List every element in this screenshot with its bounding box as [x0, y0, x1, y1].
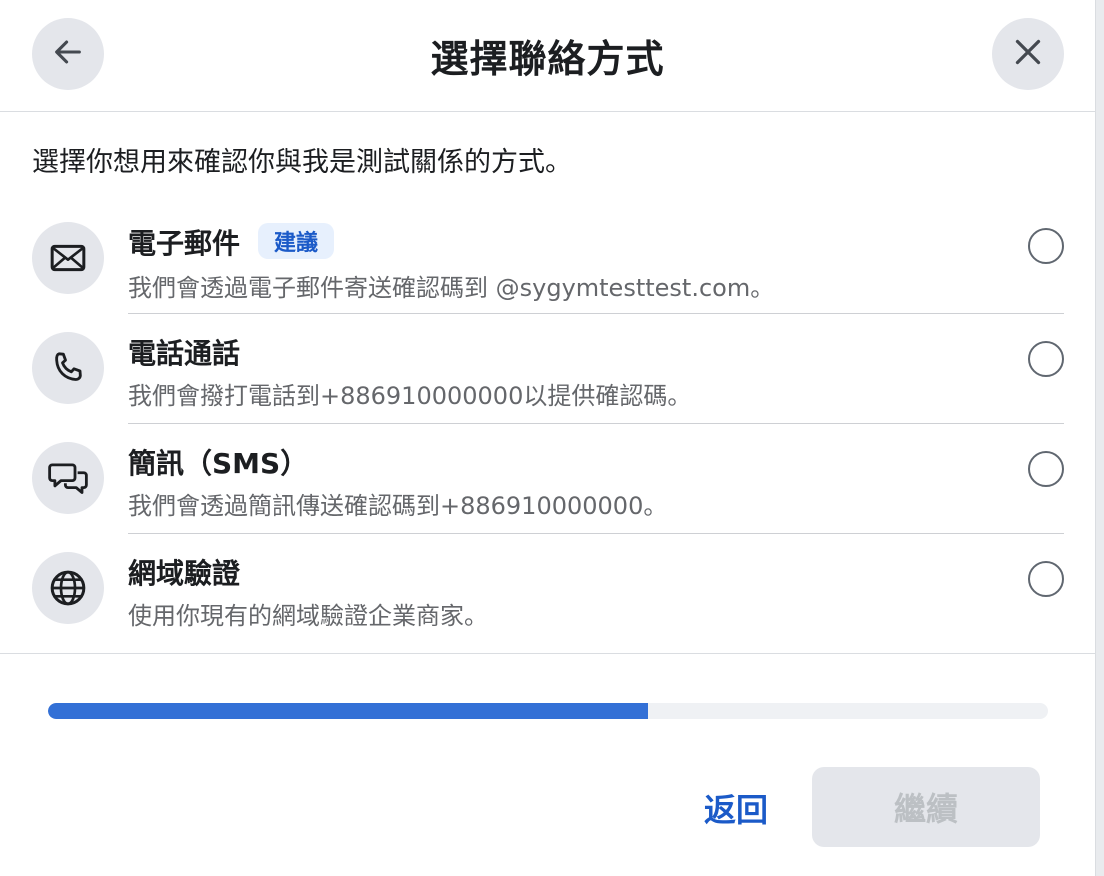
close-button[interactable] [992, 18, 1064, 90]
envelope-icon [32, 222, 104, 294]
option-domain-verification[interactable]: 網域驗證 使用你現有的網域驗證企業商家。 [32, 534, 1064, 644]
chat-bubbles-icon [32, 442, 104, 514]
option-description: 我們會透過簡訊傳送確認碼到+886910000000。 [128, 492, 668, 520]
radio-domain-verification[interactable] [1028, 561, 1064, 597]
back-link-button[interactable]: 返回 [704, 785, 768, 831]
option-phone-call[interactable]: 電話通話 我們會撥打電話到+886910000000以提供確認碼。 [32, 314, 1064, 424]
contact-method-dialog: 選擇聯絡方式 選擇你想用來確認你與我是測試關係的方式。 電子郵件 建議 我們會透過… [0, 0, 1096, 876]
option-title: 簡訊（SMS） [128, 447, 309, 480]
radio-email[interactable] [1028, 228, 1064, 264]
option-sms[interactable]: 簡訊（SMS） 我們會透過簡訊傳送確認碼到+886910000000。 [32, 424, 1064, 534]
dialog-header: 選擇聯絡方式 [0, 0, 1095, 112]
intro-text: 選擇你想用來確認你與我是測試關係的方式。 [32, 147, 572, 178]
option-title: 電子郵件 建議 [128, 222, 335, 262]
option-description: 我們會撥打電話到+886910000000以提供確認碼。 [128, 382, 692, 410]
progress-bar [48, 703, 1048, 719]
recommended-badge: 建議 [258, 223, 335, 259]
phone-icon [32, 332, 104, 404]
footer-divider [0, 653, 1095, 654]
radio-sms[interactable] [1028, 451, 1064, 487]
progress-fill [48, 703, 648, 719]
continue-button[interactable]: 繼續 [812, 767, 1040, 847]
radio-phone-call[interactable] [1028, 341, 1064, 377]
option-description: 使用你現有的網域驗證企業商家。 [128, 602, 488, 630]
close-icon [1010, 34, 1046, 74]
option-title: 電話通話 [128, 337, 241, 370]
option-title-text: 電子郵件 [128, 227, 241, 260]
option-title: 網域驗證 [128, 557, 241, 590]
globe-icon [32, 552, 104, 624]
option-email[interactable]: 電子郵件 建議 我們會透過電子郵件寄送確認碼到 @sygymtesttest.co… [32, 204, 1064, 314]
dialog-title: 選擇聯絡方式 [430, 37, 665, 81]
option-description: 我們會透過電子郵件寄送確認碼到 @sygymtesttest.com。 [128, 274, 775, 302]
